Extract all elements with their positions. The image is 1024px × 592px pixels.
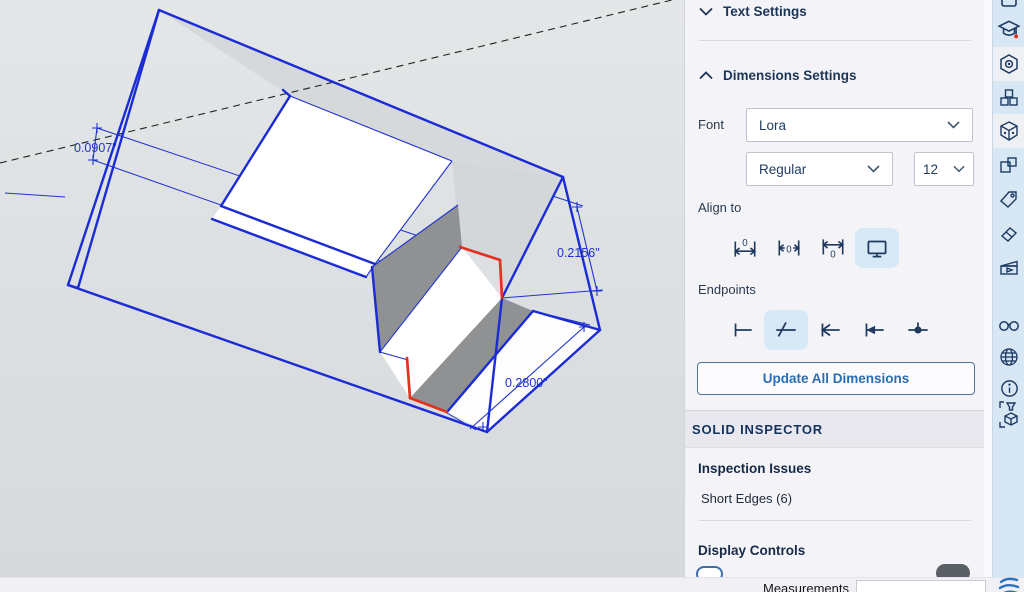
align-below-icon: 0: [819, 234, 847, 262]
glasses-icon: [997, 314, 1021, 336]
font-style-select[interactable]: Regular: [746, 152, 893, 186]
solid-inspector-section-header[interactable]: SOLID INSPECTOR: [685, 410, 985, 448]
materials-icon: [998, 120, 1020, 142]
components-icon: [998, 87, 1020, 109]
text-settings-header[interactable]: Text Settings: [699, 4, 807, 19]
font-size-select[interactable]: 12: [914, 152, 974, 186]
chevron-down-icon: [947, 121, 960, 129]
toolbar-glasses-button[interactable]: [993, 308, 1024, 342]
panel-scroll-gutter: [984, 0, 992, 577]
endpoint-open-arrow-button[interactable]: [808, 310, 852, 350]
inspection-issues-title: Inspection Issues: [698, 461, 811, 476]
divider: [699, 520, 971, 521]
chevron-down-icon: [867, 165, 880, 173]
endpoint-options: [720, 310, 940, 350]
dimension-label[interactable]: 0.2800": [505, 376, 548, 390]
eraser-icon: [998, 222, 1020, 244]
chevron-down-icon: [953, 165, 965, 173]
boxes-icon: [998, 154, 1020, 176]
endpoint-dot-button[interactable]: [896, 310, 940, 350]
solid-inspector-icon: [997, 401, 1022, 429]
endpoint-tick-icon: [728, 316, 756, 344]
toolbar-materials-button[interactable]: [993, 114, 1024, 148]
status-bar: Measurements: [0, 577, 1024, 592]
toolbar-components-button[interactable]: [993, 81, 1024, 115]
font-family-value: Lora: [759, 118, 786, 133]
clapperboard-icon: [998, 257, 1020, 279]
dimension-label[interactable]: 0.0907": [74, 141, 117, 155]
font-style-value: Regular: [759, 162, 806, 177]
app-window: 0.0907" 0.2156" 0.2800" Text Settings Di…: [0, 0, 1024, 592]
toolbar-animation-button[interactable]: [993, 251, 1024, 285]
right-toolbar: [992, 0, 1024, 577]
align-center-button[interactable]: 0: [767, 228, 811, 268]
3d-viewport[interactable]: 0.0907" 0.2156" 0.2800": [0, 0, 684, 577]
globe-grid-icon: [998, 346, 1020, 368]
endpoint-open-arrow-icon: [816, 316, 844, 344]
toolbar-eraser-button[interactable]: [993, 216, 1024, 250]
stack-icon: [998, 0, 1020, 10]
tag-icon: [998, 188, 1020, 210]
align-below-button[interactable]: 0: [811, 228, 855, 268]
font-family-select[interactable]: Lora: [746, 108, 973, 142]
sketchup-logo-icon: [997, 574, 1021, 592]
divider: [699, 40, 971, 41]
endpoint-slash-button[interactable]: [764, 310, 808, 350]
toolbar-extensions-button[interactable]: [993, 47, 1024, 81]
chevron-down-icon: [699, 7, 713, 16]
text-settings-title: Text Settings: [723, 4, 807, 19]
endpoint-filled-arrow-button[interactable]: [852, 310, 896, 350]
endpoint-none-button[interactable]: [720, 310, 764, 350]
dimensions-settings-header[interactable]: Dimensions Settings: [699, 68, 857, 83]
toolbar-tag-button[interactable]: [993, 182, 1024, 216]
chevron-up-icon: [699, 71, 713, 80]
align-center-icon: 0: [775, 234, 803, 262]
align-screen-button[interactable]: [855, 228, 899, 268]
measurements-input[interactable]: [856, 580, 986, 592]
measurements-label: Measurements: [763, 581, 849, 592]
align-above-button[interactable]: 0: [723, 228, 767, 268]
settings-panel: Text Settings Dimensions Settings Font L…: [684, 0, 984, 577]
graduation-cap-icon: [997, 18, 1021, 42]
endpoints-label: Endpoints: [698, 282, 756, 297]
dimension-label[interactable]: 0.2156": [557, 246, 600, 260]
endpoint-slash-icon: [772, 316, 800, 344]
align-to-label: Align to: [698, 200, 741, 215]
update-all-dimensions-button[interactable]: Update All Dimensions: [697, 362, 975, 395]
dimensions-settings-title: Dimensions Settings: [723, 68, 857, 83]
svg-text:0: 0: [786, 244, 792, 255]
toolbar-globe-button[interactable]: [993, 340, 1024, 374]
toolbar-boxes-button[interactable]: [993, 148, 1024, 182]
viewport-canvas[interactable]: 0.0907" 0.2156" 0.2800": [0, 0, 684, 577]
screen-icon: [863, 234, 891, 262]
svg-text:0: 0: [742, 238, 748, 249]
svg-text:0: 0: [830, 250, 836, 261]
endpoint-filled-arrow-icon: [860, 316, 888, 344]
model-faces: [159, 10, 600, 432]
align-options: 0 0 0: [723, 228, 899, 268]
endpoint-dot-icon: [904, 316, 932, 344]
font-label: Font: [698, 117, 724, 132]
toolbar-learn-button[interactable]: [993, 13, 1024, 47]
solid-inspector-title: SOLID INSPECTOR: [692, 422, 823, 437]
extensions-icon: [998, 53, 1020, 75]
align-above-icon: 0: [731, 234, 759, 262]
display-controls-title: Display Controls: [698, 543, 805, 558]
font-size-value: 12: [923, 162, 938, 177]
issue-item-short-edges[interactable]: Short Edges (6): [701, 491, 792, 506]
toolbar-solid-inspector-button[interactable]: [993, 396, 1024, 434]
